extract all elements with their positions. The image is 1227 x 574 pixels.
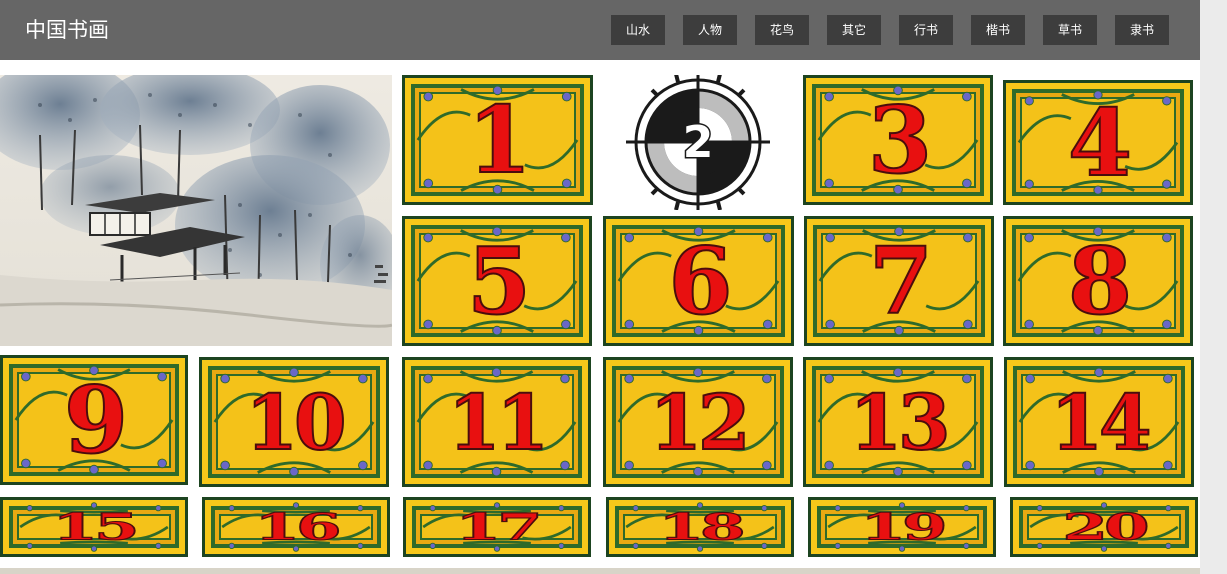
scrollbar-track[interactable] bbox=[1200, 0, 1227, 574]
landscape-painting-art bbox=[0, 75, 392, 346]
gallery-tile-8[interactable]: 8 bbox=[1003, 216, 1193, 346]
tile-number: 3 bbox=[867, 85, 933, 195]
gallery-tile-11[interactable]: 11 bbox=[402, 357, 591, 487]
nav-item-caoshu[interactable]: 草书 bbox=[1043, 15, 1097, 45]
nav-item-kaishu[interactable]: 楷书 bbox=[971, 15, 1025, 45]
nav-item-huaniao[interactable]: 花鸟 bbox=[755, 15, 809, 45]
tile-number: 13 bbox=[849, 377, 952, 468]
gallery-tile-10[interactable]: 10 bbox=[199, 357, 389, 487]
nav-item-qita[interactable]: 其它 bbox=[827, 15, 881, 45]
tile-number: 9 bbox=[63, 365, 129, 475]
tile-2-number: 2 bbox=[683, 117, 714, 168]
site-logo[interactable]: 中国书画 bbox=[25, 15, 109, 45]
tile-number: 6 bbox=[667, 226, 733, 336]
tile-number: 17 bbox=[454, 505, 543, 549]
gallery-tile-3[interactable]: 3 bbox=[803, 75, 993, 205]
nav-item-renwu[interactable]: 人物 bbox=[683, 15, 737, 45]
gallery-tile-17[interactable]: 17 bbox=[403, 497, 591, 557]
gallery-tile-1[interactable]: 1 bbox=[402, 75, 593, 205]
gallery-tile-5[interactable]: 5 bbox=[402, 216, 592, 346]
nav-item-lishu[interactable]: 隶书 bbox=[1115, 15, 1169, 45]
tile-number: 12 bbox=[649, 377, 752, 468]
gallery-tile-15[interactable]: 15 bbox=[0, 497, 188, 557]
main-nav: 山水 人物 花鸟 其它 行书 楷书 草书 隶书 bbox=[611, 15, 1169, 45]
gallery-tile-12[interactable]: 12 bbox=[603, 357, 793, 487]
nav-item-xingshu[interactable]: 行书 bbox=[899, 15, 953, 45]
nav-item-shanshui[interactable]: 山水 bbox=[611, 15, 665, 45]
tile-number: 4 bbox=[1067, 88, 1133, 198]
gallery-tile-4[interactable]: 4 bbox=[1003, 80, 1193, 205]
tile-number: 16 bbox=[253, 505, 342, 549]
tile-number: 15 bbox=[51, 505, 140, 549]
site-header: 中国书画 山水 人物 花鸟 其它 行书 楷书 草书 隶书 bbox=[0, 0, 1200, 60]
tile-number: 19 bbox=[859, 505, 948, 549]
gallery-tile-16[interactable]: 16 bbox=[202, 497, 390, 557]
gallery-tile-18[interactable]: 18 bbox=[606, 497, 794, 557]
landscape-painting[interactable] bbox=[0, 75, 392, 346]
gallery-tile-6[interactable]: 6 bbox=[603, 216, 794, 346]
gallery-tile-19[interactable]: 19 bbox=[808, 497, 996, 557]
tile-number: 5 bbox=[466, 226, 532, 336]
gallery-tile-13[interactable]: 13 bbox=[803, 357, 993, 487]
tile-number: 14 bbox=[1050, 377, 1153, 468]
tile-number: 8 bbox=[1067, 226, 1133, 336]
next-row-preview bbox=[0, 568, 1200, 574]
number-2-roundel-icon: 2 bbox=[603, 73, 794, 211]
gallery-tile-9[interactable]: 9 bbox=[0, 355, 188, 485]
gallery-tile-14[interactable]: 14 bbox=[1004, 357, 1194, 487]
page: 中国书画 山水 人物 花鸟 其它 行书 楷书 草书 隶书 1 3 4 5 6 7… bbox=[0, 0, 1200, 574]
gallery-tile-20[interactable]: 20 bbox=[1010, 497, 1198, 557]
tile-number: 10 bbox=[245, 377, 348, 468]
tile-number: 11 bbox=[447, 377, 550, 468]
gallery-tile-2[interactable]: 2 bbox=[603, 73, 794, 211]
tile-number: 20 bbox=[1061, 505, 1150, 549]
gallery-tile-7[interactable]: 7 bbox=[804, 216, 994, 346]
tile-number: 7 bbox=[868, 226, 934, 336]
tile-number: 18 bbox=[657, 505, 746, 549]
tile-number: 1 bbox=[466, 85, 532, 195]
